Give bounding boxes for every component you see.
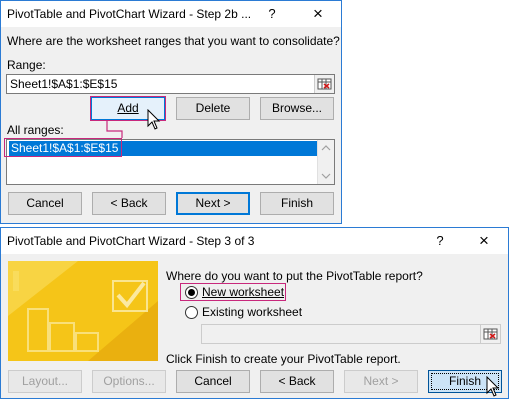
finish-hint: Click Finish to create your PivotTable r… [166,352,401,366]
destination-question: Where do you want to put the PivotTable … [166,269,423,283]
options-label: Options... [103,374,155,388]
close-button[interactable]: × [463,231,505,251]
existing-worksheet-option[interactable]: Existing worksheet [182,304,312,320]
dialog-title: PivotTable and PivotChart Wizard - Step … [7,234,255,248]
finish-label: Finish [448,374,481,388]
back-button[interactable]: < Back [260,370,334,393]
layout-button: Layout... [8,370,82,393]
mouse-pointer-icon [147,109,161,130]
next-label: Next > [363,374,399,388]
cancel-button[interactable]: Cancel [176,370,250,393]
layout-label: Layout... [21,374,69,388]
ref-edit-icon [480,325,500,343]
back-label: < Back [278,374,316,388]
step3-dialog: PivotTable and PivotChart Wizard - Step … [0,227,509,399]
help-button[interactable]: ? [419,233,461,248]
existing-worksheet-label: Existing worksheet [202,305,303,319]
consolidate-dialog: PivotTable and PivotChart Wizard - Step … [0,0,342,224]
existing-worksheet-radio[interactable] [185,306,198,319]
highlight-connector [106,121,123,138]
new-worksheet-highlight-frame [180,283,286,301]
cancel-label: Cancel [194,374,232,388]
options-button: Options... [92,370,166,393]
existing-location-input [201,324,501,344]
next-button: Next > [344,370,418,393]
mouse-pointer-icon [486,376,500,397]
pivot-wizard-banner [8,261,158,361]
title-bar: PivotTable and PivotChart Wizard - Step … [1,228,508,254]
